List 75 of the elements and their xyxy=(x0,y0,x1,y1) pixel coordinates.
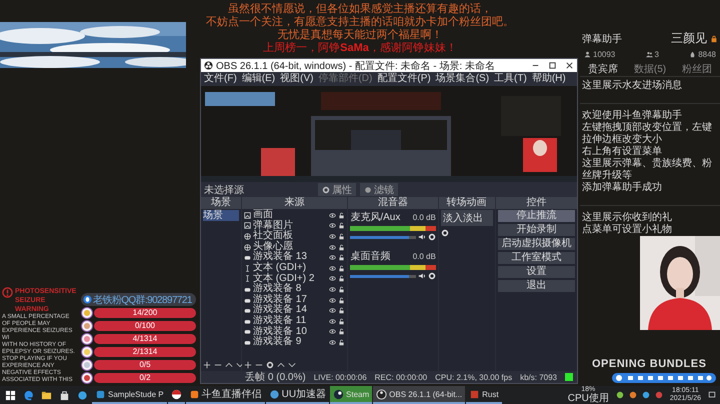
chat-message: 欢迎使用斗鱼弹幕助手 xyxy=(581,110,683,122)
menu-item[interactable]: 视图(V) xyxy=(280,73,314,85)
panel-header: 场景 xyxy=(201,197,241,209)
taskbar-button[interactable]: UU加速器 xyxy=(266,386,330,404)
control-button[interactable]: 启动虚拟摄像机 xyxy=(498,238,576,250)
stat-value: 10093 xyxy=(593,50,616,59)
source-item[interactable]: 游戏装备 8 xyxy=(253,284,328,295)
taskbar-button[interactable]: 斗鱼直播伴侣 xyxy=(186,386,265,404)
control-button[interactable]: 停止推流 xyxy=(498,210,576,222)
control-button[interactable]: 设置 xyxy=(498,266,576,278)
control-button[interactable]: 退出 xyxy=(498,280,576,292)
panel-header: 混音器 xyxy=(348,197,438,209)
chat-message: 左键拖拽顶部改变位置，左键拉伸边框改变大小 xyxy=(581,122,713,146)
chat-message: 右上角有设置菜单 xyxy=(581,146,663,158)
transition-select[interactable]: 淡入淡出 xyxy=(440,210,492,226)
scene-item[interactable]: 场景 xyxy=(203,210,239,221)
channel-name: 麦克风/Aux xyxy=(350,210,400,224)
panel-tab[interactable]: 贵宾席 xyxy=(588,62,618,76)
group-badge: 老铁粉QQ群:902897721 xyxy=(81,293,196,306)
menu-item[interactable]: 文件(F) xyxy=(204,73,237,85)
panel-header: 控件 xyxy=(496,197,578,209)
source-label: 未选择源 xyxy=(204,184,245,196)
banner-text: 虽然很不情愿说，但各位如果感觉主播还算有趣的话， xyxy=(227,3,493,16)
menu-item[interactable]: 编辑(E) xyxy=(242,73,276,85)
menu-item[interactable]: 帮助(H) xyxy=(532,73,566,85)
channel-name: 桌面音频 xyxy=(350,250,390,263)
goal-bar: 4/1314 xyxy=(94,334,196,344)
control-button[interactable]: 开始录制 xyxy=(498,224,576,236)
goal-bar: 0/100 xyxy=(94,321,196,331)
goal-bar: 2/1314 xyxy=(94,347,196,357)
source-item[interactable]: 游戏装备 13 xyxy=(253,252,328,263)
panel-title: 弹幕助手 xyxy=(582,32,623,46)
status-text: LIVE: 00:00:06 xyxy=(314,372,367,382)
volume-reading: 0.0 dB xyxy=(412,252,436,261)
panel-tab[interactable]: 数据(5) xyxy=(634,62,666,76)
panel-header: 来源 xyxy=(242,197,348,209)
taskbar-button[interactable]: Rust xyxy=(466,386,502,404)
banner-text: 不妨点一个关注，有愿意支持主播的话咱就办卡加个粉丝团吧。 xyxy=(205,16,515,28)
control-button[interactable]: 工作室模式 xyxy=(498,252,576,264)
menu-item[interactable]: 场景集合(S) xyxy=(436,73,490,85)
source-item[interactable]: 画面 xyxy=(253,210,328,221)
banner-text: 无忧是真想每天能过两个福星啊！ xyxy=(276,29,444,42)
status-text: REC: 00:00:00 xyxy=(374,372,428,382)
source-item[interactable]: 游戏装备 11 xyxy=(253,316,328,327)
chat-message: 这里展示你收到的礼 xyxy=(581,212,673,224)
cpu-label: CPU使用 xyxy=(568,394,609,404)
stat-value: 3 xyxy=(654,50,659,59)
taskbar-button[interactable]: SampleStude P xyxy=(92,386,167,404)
source-item[interactable]: 文本 (GDI+) xyxy=(253,262,328,274)
window-title: OBS 26.1.1 (64-bit, windows) - 配置文件: 未命名 - 场景: 未命名 xyxy=(216,60,496,72)
volume-reading: 0.0 dB xyxy=(412,213,436,222)
status-text: 丢帧 0 (0.0%) xyxy=(245,370,306,384)
panel-tab[interactable]: 粉丝团 xyxy=(682,62,712,76)
properties-button[interactable]: 属性 xyxy=(318,183,356,196)
chat-message: 点菜单可设置小礼物 xyxy=(581,224,673,236)
menu-item[interactable]: 工具(T) xyxy=(494,73,527,85)
goal-bar: 14/200 xyxy=(94,308,196,318)
filters-button[interactable]: 滤镜 xyxy=(360,183,398,196)
status-text: kb/s: 7093 xyxy=(520,372,557,382)
panel-header: 转场动画 xyxy=(438,197,494,209)
status-text: CPU: 2.1%, 30.00 fps xyxy=(435,372,512,382)
menu-item[interactable]: 配置文件(P) xyxy=(377,73,431,85)
goal-bar: 0/2 xyxy=(94,373,196,383)
chat-message: 添加弹幕助手成功 xyxy=(581,182,663,194)
source-item[interactable]: 游戏装备 9 xyxy=(253,337,328,348)
source-item[interactable]: 社交面板 xyxy=(253,231,328,242)
banner-text: 上周榜一，阿铮SaMa，感谢阿铮妹妹！ xyxy=(262,42,458,55)
taskbar-button[interactable]: OBS 26.1.1 (64-bit... xyxy=(373,386,466,404)
streamer-name: 三颜见 xyxy=(671,30,707,47)
chat-message: 这里展示弹幕、贵族续费、粉丝牌升级等 xyxy=(581,158,713,182)
stat-value: 8848 xyxy=(698,50,716,59)
chat-message: 这里展示水友进场消息 xyxy=(581,80,683,92)
source-item[interactable]: 游戏装备 14 xyxy=(253,305,328,316)
brand-text: OPENING BUNDLES xyxy=(592,358,706,370)
goal-bar: 0/5 xyxy=(94,360,196,370)
